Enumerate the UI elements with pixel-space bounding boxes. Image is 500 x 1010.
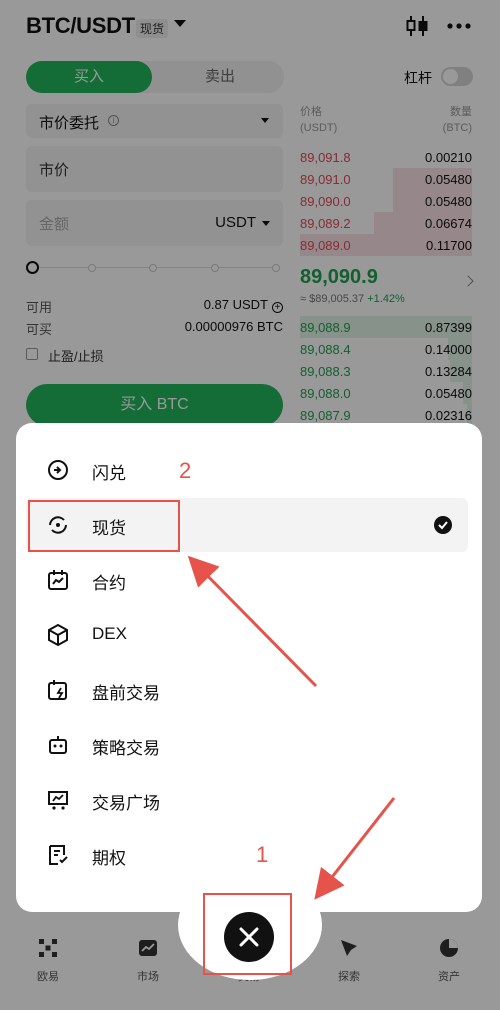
arrow-to-spot [187, 555, 318, 688]
annotation-arrows [187, 555, 396, 900]
arrow-to-close [314, 797, 396, 900]
